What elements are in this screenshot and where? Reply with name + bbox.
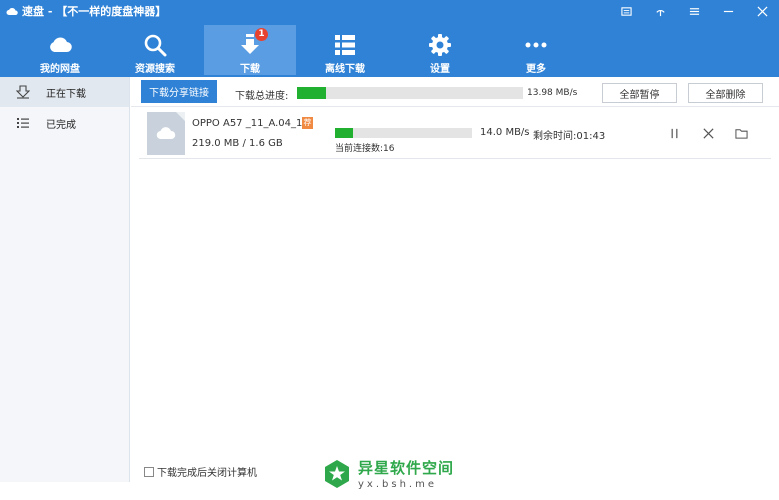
total-progress-bar [297, 87, 523, 99]
download-panel: 下载分享链接 下载总进度: 13.98 MB/s 全部暂停 全部删除 OPPO … [131, 77, 779, 482]
pause-task-button[interactable] [666, 125, 682, 141]
cancel-task-button[interactable] [700, 125, 716, 141]
star-badge-icon [325, 459, 349, 488]
task-progress-bar [335, 128, 472, 138]
nav-resource-search[interactable]: 资源搜索 [109, 25, 201, 75]
cloud-icon [6, 7, 18, 15]
pause-all-button[interactable]: 全部暂停 [602, 83, 677, 103]
sidebar-item-completed[interactable]: 已完成 [0, 108, 129, 138]
recommend-tag: 荐 [302, 117, 313, 129]
total-progress-fill [297, 87, 327, 99]
pause-icon [671, 128, 677, 138]
sidebar-item-label: 正在下载 [46, 88, 86, 100]
connection-count: 当前连接数:16 [335, 144, 395, 154]
task-speed: 14.0 MB/s [480, 127, 530, 138]
skin-button[interactable] [609, 0, 643, 22]
total-progress-label: 下载总进度: [235, 91, 289, 102]
nav-label: 离线下载 [325, 64, 365, 75]
title-bar: 速盘 - 【不一样的度盘神器】 [0, 0, 779, 22]
folder-icon [734, 128, 748, 139]
main-nav: 我的网盘 资源搜索 下载 1 离线下载 设置 更多 [0, 22, 779, 77]
site-watermark: 异星软件空间 yx.bsh.me [322, 457, 454, 490]
close-button[interactable] [745, 0, 779, 22]
sidebar: 正在下载 已完成 [0, 77, 130, 482]
menu-button[interactable] [677, 0, 711, 22]
nav-my-drive[interactable]: 我的网盘 [14, 25, 106, 75]
nav-label: 资源搜索 [135, 64, 175, 75]
nav-download[interactable]: 下载 1 [204, 25, 296, 75]
nav-settings[interactable]: 设置 [394, 25, 486, 75]
list-icon [335, 35, 355, 55]
gear-icon [429, 34, 451, 56]
nav-label: 设置 [430, 64, 450, 75]
watermark-url: yx.bsh.me [358, 479, 437, 490]
list-icon [16, 116, 30, 130]
nav-offline-download[interactable]: 离线下载 [299, 25, 391, 75]
file-size: 219.0 MB / 1.6 GB [192, 138, 283, 149]
sidebar-item-downloading[interactable]: 正在下载 [0, 77, 129, 107]
window-controls [609, 0, 779, 22]
shutdown-after-download-option[interactable]: 下载完成后关闭计算机 [144, 464, 257, 479]
search-icon [144, 34, 167, 57]
cloud-icon [156, 127, 176, 140]
shutdown-label: 下载完成后关闭计算机 [157, 468, 257, 479]
watermark-title: 异星软件空间 [358, 459, 455, 477]
shutdown-checkbox[interactable] [144, 466, 154, 477]
download-share-link-button[interactable]: 下载分享链接 [141, 80, 217, 103]
download-task-row[interactable]: OPPO A57 _11_A.04_1... 荐 219.0 MB / 1.6 … [139, 107, 771, 159]
more-icon [525, 42, 547, 48]
feedback-button[interactable] [643, 0, 677, 22]
close-icon [702, 127, 714, 139]
download-toolbar: 下载分享链接 下载总进度: 13.98 MB/s 全部暂停 全部删除 [131, 77, 779, 107]
nav-more[interactable]: 更多 [490, 25, 582, 75]
header: 速盘 - 【不一样的度盘神器】 我的网盘 资源搜索 下载 1 离线下载 设置 更… [0, 0, 779, 77]
nav-label: 下载 [240, 64, 260, 75]
download-count-badge: 1 [255, 28, 268, 41]
app-title-text: 速盘 - 【不一样的度盘神器】 [22, 5, 167, 18]
window-icon [620, 6, 632, 16]
signal-icon [655, 9, 665, 16]
total-speed: 13.98 MB/s [527, 88, 578, 98]
close-icon [756, 5, 768, 17]
app-title: 速盘 - 【不一样的度盘神器】 [6, 3, 166, 19]
task-progress-fill [335, 128, 353, 138]
nav-label: 我的网盘 [40, 64, 80, 75]
file-type-icon [147, 112, 185, 155]
minimize-icon [723, 10, 733, 12]
download-arrow-icon [16, 85, 30, 99]
menu-icon [689, 7, 699, 15]
nav-label: 更多 [526, 64, 546, 75]
file-name: OPPO A57 _11_A.04_1... [192, 118, 312, 129]
minimize-button[interactable] [711, 0, 745, 22]
sidebar-item-label: 已完成 [46, 119, 76, 131]
remaining-time: 剩余时间:01:43 [533, 131, 606, 142]
open-folder-button[interactable] [733, 125, 749, 141]
delete-all-button[interactable]: 全部删除 [688, 83, 763, 103]
cloud-icon [50, 37, 72, 53]
